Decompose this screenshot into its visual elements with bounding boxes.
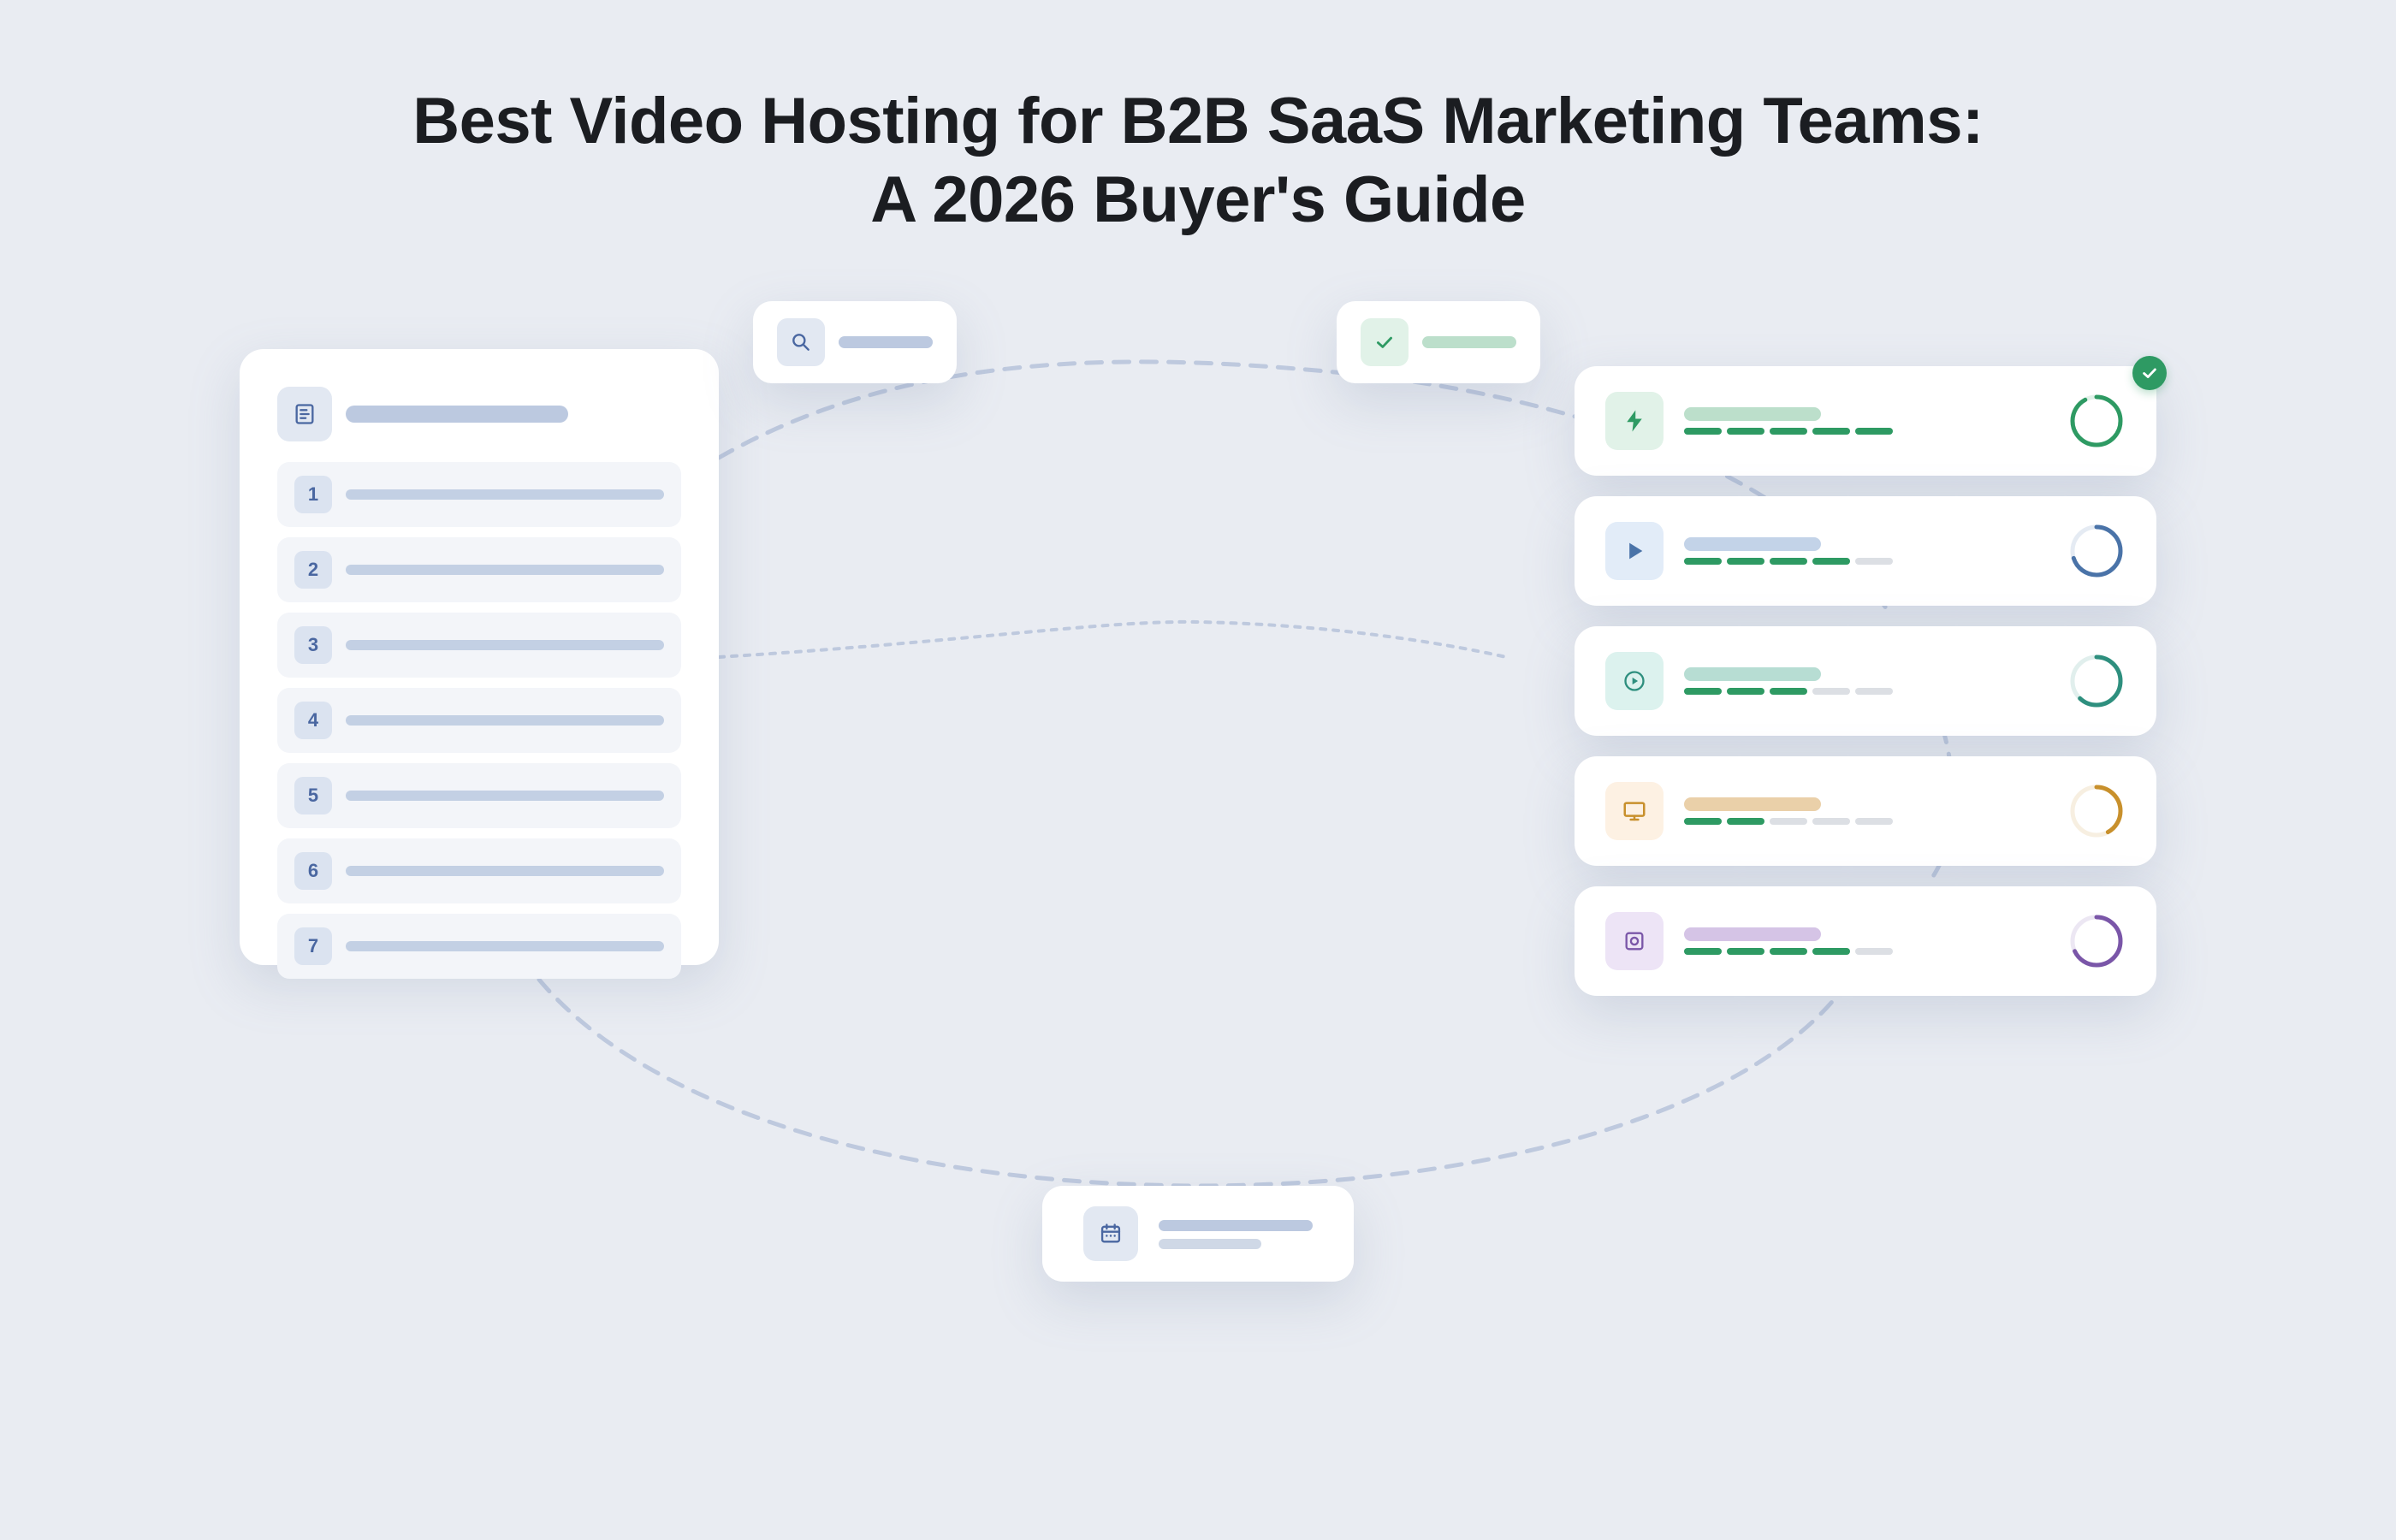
- search-icon: [777, 318, 825, 366]
- list-item[interactable]: 7: [277, 914, 681, 979]
- list-item-number: 6: [294, 852, 332, 890]
- rating-segment-filled: [1770, 948, 1807, 955]
- list-item-text-placeholder: [346, 489, 664, 500]
- rating-segment-empty: [1855, 948, 1893, 955]
- play-circle-icon: [1605, 652, 1664, 710]
- rating-segment-empty: [1812, 688, 1850, 695]
- connector-arc-bottom: [537, 977, 1842, 1188]
- score-ring: [2067, 912, 2126, 970]
- rating-segment-empty: [1812, 818, 1850, 825]
- list-item[interactable]: 1: [277, 462, 681, 527]
- rating-bar: [1684, 428, 1893, 435]
- list-item-text-placeholder: [346, 640, 664, 650]
- rating-bar: [1684, 818, 1893, 825]
- list-item-number: 3: [294, 626, 332, 664]
- list-item[interactable]: 4: [277, 688, 681, 753]
- rating-bar: [1684, 688, 1893, 695]
- rating-segment-filled: [1727, 948, 1764, 955]
- platform-card[interactable]: [1575, 496, 2156, 606]
- rating-bar: [1684, 948, 1893, 955]
- list-item-number: 5: [294, 777, 332, 814]
- connector-line-middle: [717, 619, 1508, 659]
- platform-card[interactable]: [1575, 626, 2156, 736]
- list-item-text-placeholder: [346, 565, 664, 575]
- platform-name-placeholder: [1684, 797, 1821, 811]
- platform-name-placeholder: [1684, 537, 1821, 551]
- platform-card[interactable]: [1575, 366, 2156, 476]
- search-pill[interactable]: [753, 301, 957, 383]
- rating-bar: [1684, 558, 1893, 565]
- rating-segment-empty: [1855, 558, 1893, 565]
- score-ring: [2067, 782, 2126, 840]
- rating-segment-empty: [1855, 818, 1893, 825]
- calendar-card[interactable]: [1042, 1186, 1354, 1282]
- checkmark-icon: [1361, 318, 1409, 366]
- camera-icon: [1605, 912, 1664, 970]
- list-item-text-placeholder: [346, 866, 664, 876]
- checklist-title-placeholder: [346, 406, 568, 423]
- monitor-icon: [1605, 782, 1664, 840]
- platform-name-placeholder: [1684, 667, 1821, 681]
- rating-segment-filled: [1812, 948, 1850, 955]
- list-item-text-placeholder: [346, 715, 664, 726]
- list-item[interactable]: 6: [277, 838, 681, 903]
- list-item-text-placeholder: [346, 791, 664, 801]
- lightning-icon: [1605, 392, 1664, 450]
- rating-segment-filled: [1727, 428, 1764, 435]
- rating-segment-filled: [1812, 558, 1850, 565]
- rating-segment-filled: [1812, 428, 1850, 435]
- list-item-text-placeholder: [346, 941, 664, 951]
- document-icon: [277, 387, 332, 441]
- score-ring: [2067, 522, 2126, 580]
- rating-segment-empty: [1855, 688, 1893, 695]
- calendar-icon: [1083, 1206, 1138, 1261]
- rating-segment-filled: [1684, 558, 1722, 565]
- platform-card[interactable]: [1575, 886, 2156, 996]
- list-item-number: 4: [294, 702, 332, 739]
- rating-segment-filled: [1770, 688, 1807, 695]
- rating-segment-filled: [1855, 428, 1893, 435]
- calendar-subtext-placeholder: [1159, 1239, 1261, 1249]
- list-item[interactable]: 3: [277, 613, 681, 678]
- rating-segment-filled: [1770, 558, 1807, 565]
- approved-pill[interactable]: [1337, 301, 1540, 383]
- list-item-number: 1: [294, 476, 332, 513]
- search-text-placeholder: [839, 336, 933, 348]
- platform-name-placeholder: [1684, 407, 1821, 421]
- rating-segment-filled: [1727, 558, 1764, 565]
- rating-segment-filled: [1727, 688, 1764, 695]
- rating-segment-filled: [1727, 818, 1764, 825]
- list-item[interactable]: 5: [277, 763, 681, 828]
- verified-badge: [2132, 356, 2167, 390]
- calendar-text-placeholder: [1159, 1220, 1313, 1231]
- rating-segment-filled: [1684, 428, 1722, 435]
- platform-name-placeholder: [1684, 927, 1821, 941]
- play-icon: [1605, 522, 1664, 580]
- rating-segment-filled: [1684, 818, 1722, 825]
- rating-segment-filled: [1684, 688, 1722, 695]
- approved-text-placeholder: [1422, 336, 1516, 348]
- score-ring: [2067, 392, 2126, 450]
- rating-segment-empty: [1770, 818, 1807, 825]
- score-ring: [2067, 652, 2126, 710]
- list-item-number: 2: [294, 551, 332, 589]
- rating-segment-filled: [1770, 428, 1807, 435]
- list-item[interactable]: 2: [277, 537, 681, 602]
- rating-segment-filled: [1684, 948, 1722, 955]
- platform-card[interactable]: [1575, 756, 2156, 866]
- list-item-number: 7: [294, 927, 332, 965]
- checklist-card: 1 2 3 4 5 6 7: [240, 349, 719, 979]
